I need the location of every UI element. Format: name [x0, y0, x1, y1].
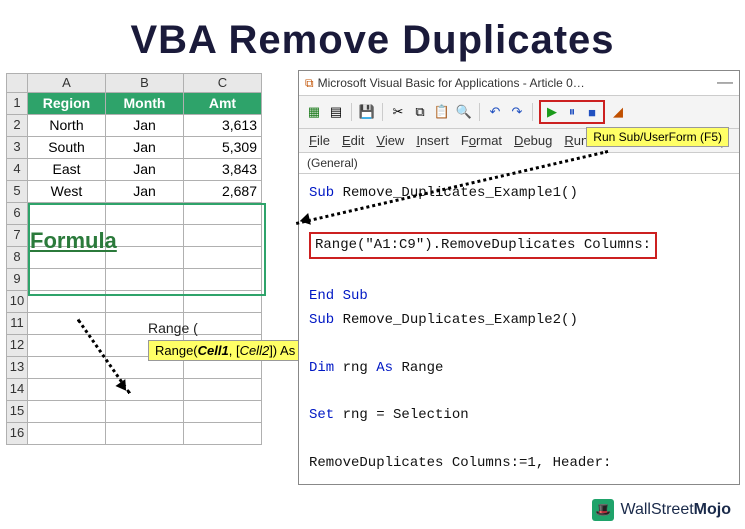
cell[interactable]: 5,309	[184, 137, 262, 159]
page-title: VBA Remove Duplicates	[0, 0, 745, 73]
run-tooltip: Run Sub/UserForm (F5)	[586, 127, 729, 147]
cell[interactable]	[106, 247, 184, 269]
excel-icon[interactable]: ▦	[305, 103, 323, 121]
cell[interactable]: South	[28, 137, 106, 159]
undo-icon[interactable]: ↶	[486, 103, 504, 121]
row-hdr[interactable]: 13	[6, 357, 28, 379]
cell[interactable]	[184, 401, 262, 423]
logo-icon: 🎩	[592, 499, 614, 521]
col-hdr-a[interactable]: A	[28, 73, 106, 93]
row-hdr[interactable]: 15	[6, 401, 28, 423]
menu-view[interactable]: View	[376, 133, 404, 148]
row-hdr[interactable]: 10	[6, 291, 28, 313]
cell[interactable]: Jan	[106, 159, 184, 181]
row-hdr[interactable]: 7	[6, 225, 28, 247]
cell[interactable]	[28, 379, 106, 401]
cell[interactable]: Month	[106, 93, 184, 115]
cell[interactable]	[106, 423, 184, 445]
menu-run[interactable]: Run	[564, 133, 588, 148]
spreadsheet: A B C 1 Region Month Amt 2 North Jan 3,6…	[6, 73, 262, 445]
cell[interactable]	[28, 291, 106, 313]
cell[interactable]	[28, 423, 106, 445]
cell[interactable]	[106, 203, 184, 225]
cell[interactable]	[28, 401, 106, 423]
cell[interactable]	[28, 203, 106, 225]
vba-toolbar: ▦ ▤ 💾 ✂ ⧉ 📋 🔍 ↶ ↷ ▶ ⏸ ■ ◢	[299, 96, 739, 129]
cell[interactable]: Amt	[184, 93, 262, 115]
menu-insert[interactable]: Insert	[416, 133, 449, 148]
col-hdr-b[interactable]: B	[106, 73, 184, 93]
formula-input-text[interactable]: Range (	[148, 320, 198, 336]
code-pane[interactable]: Sub Remove_Duplicates_Example1() Range("…	[299, 174, 739, 484]
cell[interactable]	[184, 203, 262, 225]
cell[interactable]	[184, 423, 262, 445]
copy-icon[interactable]: ⧉	[411, 103, 429, 121]
cell[interactable]: 3,843	[184, 159, 262, 181]
cell[interactable]	[184, 247, 262, 269]
select-all-corner[interactable]	[6, 73, 28, 93]
cell[interactable]: Jan	[106, 181, 184, 203]
cut-icon[interactable]: ✂	[389, 103, 407, 121]
vba-editor-window: ⧉ Microsoft Visual Basic for Application…	[298, 70, 740, 485]
cell[interactable]: 2,687	[184, 181, 262, 203]
menu-debug[interactable]: Debug	[514, 133, 552, 148]
cell[interactable]: Jan	[106, 115, 184, 137]
cell[interactable]: 3,613	[184, 115, 262, 137]
row-hdr[interactable]: 5	[6, 181, 28, 203]
row-hdr[interactable]: 8	[6, 247, 28, 269]
brand-logo: 🎩 WallStreetMojo	[592, 499, 731, 521]
cell[interactable]	[106, 401, 184, 423]
cell[interactable]	[28, 269, 106, 291]
save-icon[interactable]: 💾	[358, 103, 376, 121]
cell[interactable]	[106, 291, 184, 313]
insert-module-icon[interactable]: ▤	[327, 103, 345, 121]
cell[interactable]	[28, 357, 106, 379]
cell[interactable]: West	[28, 181, 106, 203]
cell[interactable]: East	[28, 159, 106, 181]
vba-titlebar[interactable]: ⧉ Microsoft Visual Basic for Application…	[299, 71, 739, 96]
run-controls-group: ▶ ⏸ ■	[539, 100, 605, 124]
cell[interactable]: Region	[28, 93, 106, 115]
row-hdr[interactable]: 2	[6, 115, 28, 137]
cell[interactable]: Jan	[106, 137, 184, 159]
cell[interactable]	[184, 269, 262, 291]
cell[interactable]	[106, 269, 184, 291]
cell[interactable]	[28, 313, 106, 335]
cell[interactable]	[184, 379, 262, 401]
row-hdr[interactable]: 4	[6, 159, 28, 181]
row-hdr[interactable]: 3	[6, 137, 28, 159]
menu-file[interactable]: File	[309, 133, 330, 148]
cell[interactable]	[106, 225, 184, 247]
paste-icon[interactable]: 📋	[433, 103, 451, 121]
menu-format[interactable]: Format	[461, 133, 502, 148]
menu-edit[interactable]: Edit	[342, 133, 364, 148]
row-hdr[interactable]: 11	[6, 313, 28, 335]
redo-icon[interactable]: ↷	[508, 103, 526, 121]
design-mode-icon[interactable]: ◢	[609, 103, 627, 121]
minimize-icon[interactable]: —	[717, 74, 733, 92]
cell[interactable]	[184, 225, 262, 247]
pause-icon[interactable]: ⏸	[563, 103, 581, 121]
stop-icon[interactable]: ■	[583, 103, 601, 121]
find-icon[interactable]: 🔍	[455, 103, 473, 121]
row-hdr[interactable]: 14	[6, 379, 28, 401]
vba-title-text: Microsoft Visual Basic for Applications …	[318, 76, 585, 90]
row-hdr[interactable]: 16	[6, 423, 28, 445]
row-hdr[interactable]: 6	[6, 203, 28, 225]
row-hdr[interactable]: 9	[6, 269, 28, 291]
row-hdr[interactable]: 1	[6, 93, 28, 115]
cell[interactable]	[184, 291, 262, 313]
formula-heading: Formula	[30, 228, 117, 254]
vba-app-icon: ⧉	[305, 76, 314, 91]
row-hdr[interactable]: 12	[6, 335, 28, 357]
run-icon[interactable]: ▶	[543, 103, 561, 121]
highlighted-code-line: Range("A1:C9").RemoveDuplicates Columns:	[309, 232, 657, 260]
cell[interactable]: North	[28, 115, 106, 137]
col-hdr-c[interactable]: C	[184, 73, 262, 93]
